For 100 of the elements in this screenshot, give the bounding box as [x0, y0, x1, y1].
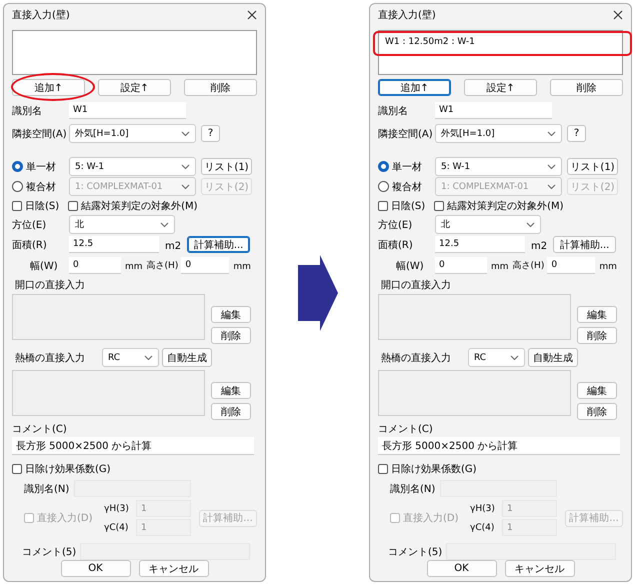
chevron-down-icon — [547, 164, 556, 170]
list-button[interactable]: リスト(1) — [201, 158, 252, 175]
checkbox-label: 日陰(S) — [391, 200, 426, 213]
text-field[interactable]: 0 — [547, 257, 596, 274]
field-label: γC(4) — [470, 522, 496, 532]
radio-button[interactable] — [12, 161, 23, 172]
radio-label: 単一材 — [26, 160, 57, 174]
list-button[interactable]: 削除 — [550, 79, 623, 96]
chevron-down-icon — [526, 222, 535, 228]
edit-button[interactable]: 編集 — [211, 306, 251, 323]
comment-field[interactable]: 長方形 5000×2500 から計算 — [12, 437, 254, 455]
dialog-button[interactable]: キャンセル — [138, 560, 208, 577]
text-field[interactable]: 0 — [181, 257, 230, 274]
edit-button[interactable]: 削除 — [211, 327, 251, 344]
checkbox[interactable] — [12, 464, 22, 474]
section-label: 開口の直接入力 — [381, 278, 451, 292]
help-button[interactable]: ? — [201, 125, 220, 142]
list-item[interactable]: W1 : 12.50m2 : W-1 — [385, 36, 475, 47]
section-label: 熱橋の直接入力 — [381, 352, 452, 364]
field-label: γH(3) — [470, 504, 496, 514]
text-field[interactable]: 0 — [69, 257, 121, 274]
field-label: 方位(E) — [378, 218, 414, 232]
checkbox[interactable] — [378, 464, 388, 474]
field-label: 高さ(H) — [512, 260, 544, 272]
unit-label: mm — [233, 262, 251, 272]
list-button[interactable]: 削除 — [184, 79, 257, 96]
field-label: 隣接空間(A) — [12, 128, 68, 140]
unit-label: mm — [599, 262, 617, 272]
text-field[interactable]: 12.5 — [69, 236, 159, 253]
text-field[interactable]: 12.5 — [435, 236, 525, 253]
field-label: 識別名 — [378, 104, 409, 118]
chevron-down-icon — [510, 354, 519, 360]
dropdown[interactable]: 5: W-1 — [435, 157, 562, 176]
text-field[interactable]: W1 — [435, 102, 552, 119]
list-box[interactable]: W1 : 12.50m2 : W-1 — [378, 30, 623, 75]
dropdown[interactable]: 外気[H=1.0] — [435, 124, 562, 143]
close-icon — [247, 10, 257, 20]
radio-button[interactable] — [12, 181, 23, 192]
dialog-button[interactable]: キャンセル — [504, 560, 574, 577]
checkbox-label: 日陰(S) — [25, 200, 60, 213]
text-field[interactable]: 0 — [435, 257, 487, 274]
edit-button[interactable]: 編集 — [577, 306, 617, 323]
list-button[interactable]: リスト(1) — [567, 158, 618, 175]
section-label: 熱橋の直接入力 — [15, 352, 86, 364]
dropdown[interactable]: RC — [468, 348, 525, 367]
section-label: 開口の直接入力 — [15, 278, 85, 292]
dropdown[interactable]: 5: W-1 — [69, 157, 196, 176]
edit-button[interactable]: 削除 — [577, 403, 617, 420]
chevron-down-icon — [181, 164, 190, 170]
chevron-down-icon — [547, 184, 556, 190]
edit-button[interactable]: 削除 — [577, 327, 617, 344]
field-label: 方位(E) — [12, 218, 48, 232]
field-label: 識別名 — [12, 104, 43, 118]
unit-label: m2 — [165, 241, 182, 252]
field-label: 面積(R) — [12, 238, 48, 252]
dialog-button[interactable]: OK — [60, 560, 130, 577]
field-label: コメント(5) — [388, 546, 442, 558]
list-button[interactable]: 追加↑ — [12, 79, 85, 96]
dialog-button[interactable]: OK — [426, 560, 496, 577]
field-label: 幅(W) — [395, 260, 425, 272]
radio-label: 複合材 — [392, 180, 423, 194]
dropdown[interactable]: 外気[H=1.0] — [69, 124, 196, 143]
help-button[interactable]: ? — [567, 125, 586, 142]
calculation-button[interactable]: 計算補助... — [187, 236, 250, 253]
radio-button[interactable] — [378, 181, 389, 192]
list-button[interactable]: 追加↑ — [378, 79, 451, 96]
checkbox[interactable] — [434, 201, 444, 211]
edit-button[interactable]: 削除 — [211, 403, 251, 420]
unit-label: mm — [491, 262, 509, 272]
calculation-button[interactable]: 計算補助... — [553, 236, 616, 253]
unit-label: mm — [125, 262, 143, 272]
window-title: 直接入力(壁) — [378, 8, 436, 22]
checkbox[interactable] — [390, 513, 400, 523]
comment-field[interactable]: 長方形 5000×2500 から計算 — [378, 437, 620, 455]
list-box[interactable] — [12, 30, 257, 75]
field-label: コメント(C) — [12, 423, 67, 436]
auto-generate-button[interactable]: 自動生成 — [162, 348, 212, 367]
auto-generate-button[interactable]: 自動生成 — [528, 348, 578, 367]
checkbox[interactable] — [24, 513, 34, 523]
text-field[interactable]: W1 — [69, 102, 186, 119]
list-button[interactable]: 設定↑ — [464, 79, 537, 96]
dropdown[interactable]: 北 — [69, 215, 175, 234]
checkbox-label: 結露対策判定の対象外(M) — [447, 200, 564, 213]
radio-label: 複合材 — [26, 180, 57, 194]
checkbox[interactable] — [378, 201, 388, 211]
close-icon — [613, 10, 623, 20]
radio-button[interactable] — [378, 161, 389, 172]
checkbox[interactable] — [68, 201, 78, 211]
field-label: コメント(5) — [22, 546, 76, 558]
dropdown[interactable]: RC — [102, 348, 159, 367]
checkbox[interactable] — [12, 201, 22, 211]
checkbox-label: 結露対策判定の対象外(M) — [81, 200, 198, 213]
chevron-down-icon — [181, 130, 190, 136]
edit-button[interactable]: 編集 — [577, 382, 617, 399]
field-label: 高さ(H) — [146, 260, 178, 272]
field-label: γH(3) — [104, 504, 130, 514]
list-button[interactable]: 設定↑ — [98, 79, 171, 96]
dropdown[interactable]: 北 — [435, 215, 541, 234]
edit-button[interactable]: 編集 — [211, 382, 251, 399]
field-label: γC(4) — [104, 522, 130, 532]
